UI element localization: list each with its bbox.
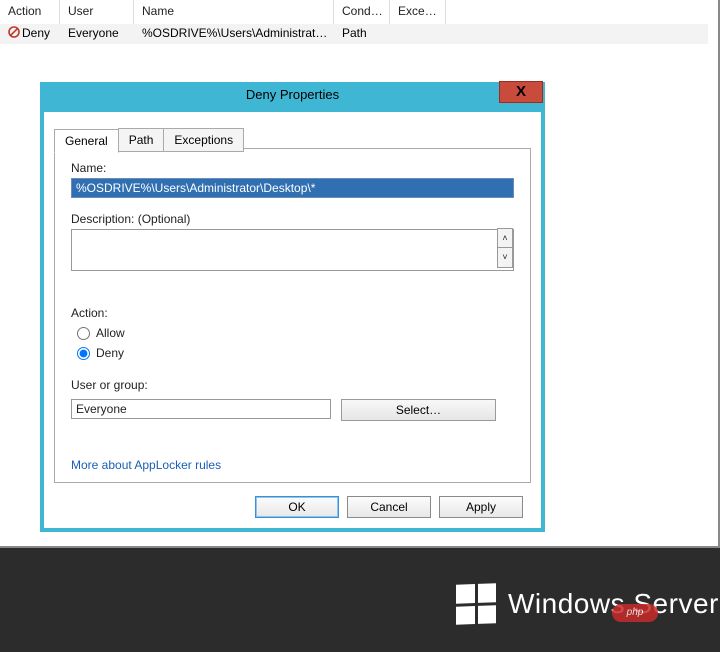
spin-up-icon[interactable]: ˄ bbox=[497, 228, 513, 248]
windows-logo-icon bbox=[456, 583, 496, 624]
rule-action-cell: Deny bbox=[0, 24, 60, 44]
deny-properties-dialog: Deny Properties X General Path Exception… bbox=[40, 82, 545, 532]
description-input[interactable] bbox=[71, 229, 514, 271]
rule-name-cell: %OSDRIVE%\Users\Administrato… bbox=[134, 24, 334, 44]
deny-radio[interactable] bbox=[77, 347, 90, 360]
tab-exceptions[interactable]: Exceptions bbox=[163, 128, 244, 152]
tab-panel-general: Name: Description: (Optional) ˄ ˅ Action… bbox=[54, 148, 531, 483]
description-spinner: ˄ ˅ bbox=[497, 228, 513, 268]
cancel-button[interactable]: Cancel bbox=[347, 496, 431, 518]
action-label: Action: bbox=[71, 306, 514, 320]
col-exceptions[interactable]: Excepti… bbox=[390, 0, 446, 24]
dialog-buttons: OK Cancel Apply bbox=[255, 496, 523, 518]
col-name[interactable]: Name bbox=[134, 0, 334, 24]
user-group-value: Everyone bbox=[71, 399, 331, 419]
col-user[interactable]: User bbox=[60, 0, 134, 24]
applocker-help-link[interactable]: More about AppLocker rules bbox=[71, 458, 221, 472]
user-group-label: User or group: bbox=[71, 378, 514, 392]
rule-exceptions-cell bbox=[390, 24, 446, 44]
tabs: General Path Exceptions bbox=[54, 128, 243, 152]
rule-conditions-cell: Path bbox=[334, 24, 390, 44]
name-input[interactable] bbox=[71, 178, 514, 198]
close-button[interactable]: X bbox=[499, 81, 543, 103]
select-user-button[interactable]: Select… bbox=[341, 399, 496, 421]
column-headers-row: Action User Name Conditi… Excepti… bbox=[0, 0, 708, 24]
dialog-titlebar[interactable]: Deny Properties X bbox=[40, 82, 545, 112]
deny-radio-label: Deny bbox=[96, 346, 124, 360]
allow-radio[interactable] bbox=[77, 327, 90, 340]
spin-down-icon[interactable]: ˅ bbox=[497, 248, 513, 268]
deny-icon bbox=[8, 26, 20, 41]
rule-row[interactable]: Deny Everyone %OSDRIVE%\Users\Administra… bbox=[0, 24, 708, 44]
dialog-title: Deny Properties bbox=[40, 87, 545, 102]
rule-action-text: Deny bbox=[22, 26, 50, 40]
description-label: Description: (Optional) bbox=[71, 212, 514, 226]
rule-user-cell: Everyone bbox=[60, 24, 134, 44]
col-conditions[interactable]: Conditi… bbox=[334, 0, 390, 24]
windows-brand: Windows Server bbox=[456, 584, 719, 624]
name-label: Name: bbox=[71, 161, 514, 175]
php-watermark: php bbox=[612, 604, 658, 622]
allow-radio-label: Allow bbox=[96, 326, 125, 340]
tab-general[interactable]: General bbox=[54, 129, 119, 153]
ok-button[interactable]: OK bbox=[255, 496, 339, 518]
tab-path[interactable]: Path bbox=[118, 128, 165, 152]
apply-button[interactable]: Apply bbox=[439, 496, 523, 518]
col-action[interactable]: Action bbox=[0, 0, 60, 24]
